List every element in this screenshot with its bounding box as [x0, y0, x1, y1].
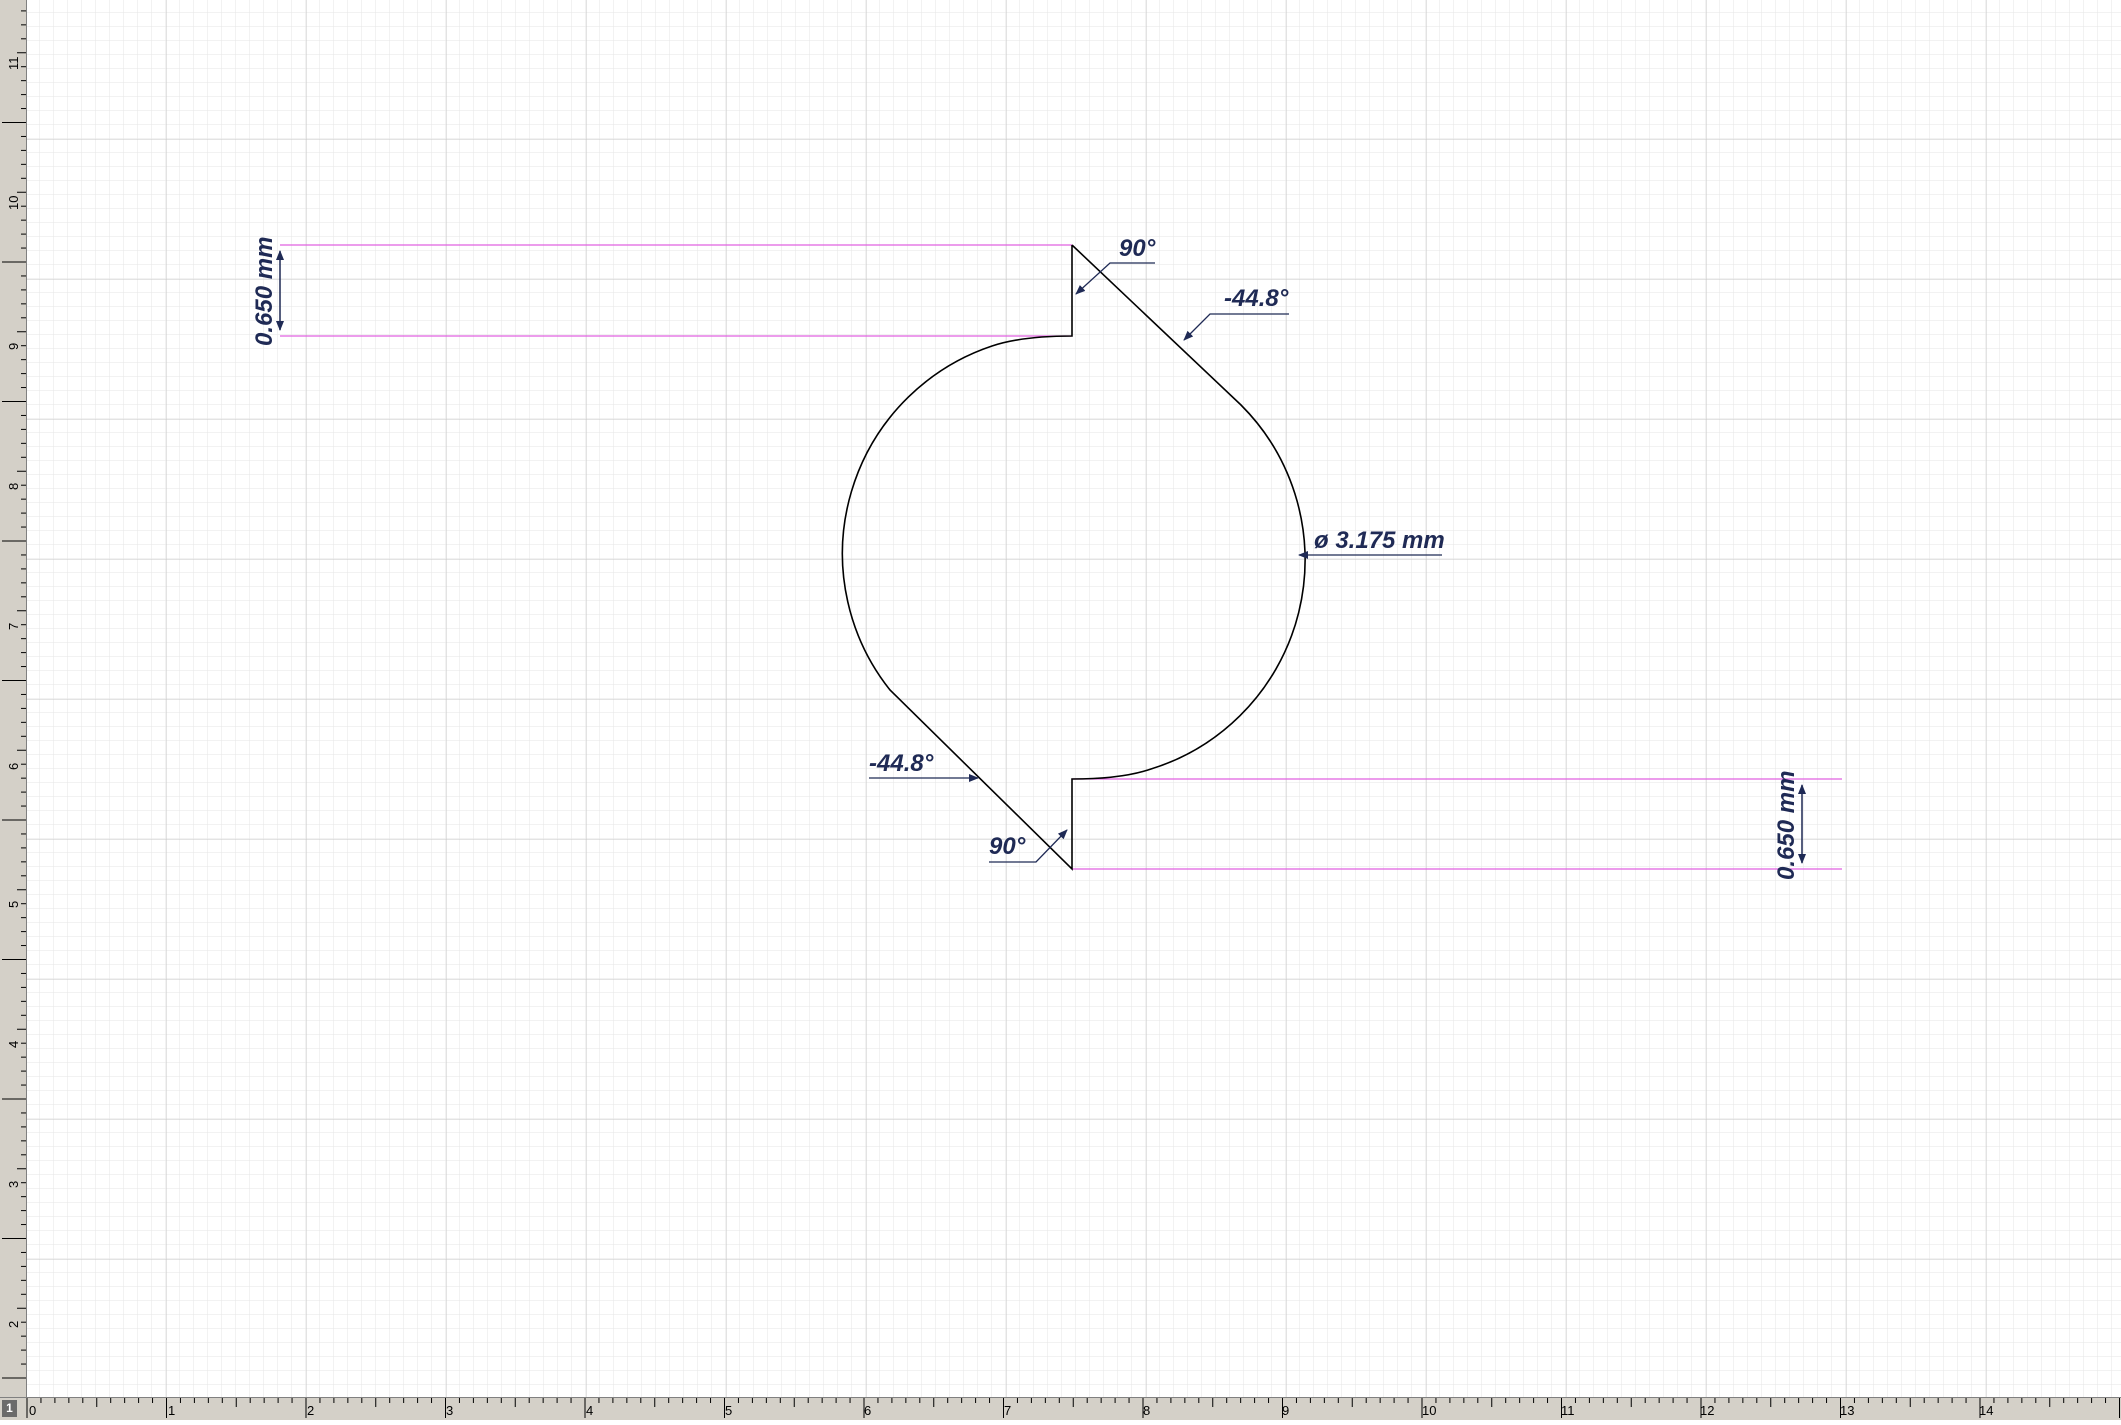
- hruler-label-8: 8: [1143, 1403, 1150, 1418]
- hruler-label-5: 5: [725, 1403, 732, 1418]
- vruler-label-5: 5: [6, 901, 21, 908]
- hruler-label-4: 4: [586, 1403, 593, 1418]
- drawing-svg[interactable]: 0.650 mm 0.650 mm 90° -44.8° ø 3.175 mm …: [27, 0, 2121, 1397]
- sheet-tab-button[interactable]: 1: [2, 1400, 17, 1417]
- hruler-label-6: 6: [864, 1403, 871, 1418]
- vruler-label-2: 2: [6, 1321, 21, 1328]
- top-angle-chamfer-label[interactable]: -44.8°: [1224, 285, 1289, 312]
- diameter-dimension: ø 3.175 mm: [1298, 527, 1445, 559]
- hruler-label-11: 11: [1561, 1403, 1575, 1418]
- diameter-label[interactable]: ø 3.175 mm: [1314, 527, 1445, 554]
- horizontal-ruler-labels: 0 1 2 3 4 5 6 7 8 9 10 11 12 13 14: [29, 1403, 1993, 1418]
- bottom-height-label[interactable]: 0.650 mm: [1773, 771, 1800, 880]
- vruler-label-10: 10: [6, 196, 21, 210]
- vertical-ruler-ticks: [2, 10, 26, 1379]
- top-angle-90-label[interactable]: 90°: [1119, 235, 1156, 262]
- top-height-label[interactable]: 0.650 mm: [251, 237, 278, 346]
- drawing-canvas[interactable]: 0.650 mm 0.650 mm 90° -44.8° ø 3.175 mm …: [27, 0, 2121, 1397]
- vruler-label-8: 8: [6, 483, 21, 490]
- vertical-ruler-labels: 11 10 9 8 7 6 5 4 3 2: [6, 57, 21, 1329]
- hruler-label-13: 13: [1840, 1403, 1854, 1418]
- hruler-label-7: 7: [1004, 1403, 1011, 1418]
- hruler-label-1: 1: [168, 1403, 175, 1418]
- hruler-label-0: 0: [29, 1403, 36, 1418]
- horizontal-ruler-ticks: [26, 1398, 2120, 1418]
- vruler-label-4: 4: [6, 1041, 21, 1048]
- hruler-label-9: 9: [1282, 1403, 1289, 1418]
- hruler-label-3: 3: [446, 1403, 453, 1418]
- bottom-angle-chamfer-label[interactable]: -44.8°: [869, 750, 934, 777]
- vertical-ruler: 11 10 9 8 7 6 5 4 3 2: [0, 0, 27, 1397]
- vertical-ruler-svg: 11 10 9 8 7 6 5 4 3 2: [2, 10, 26, 1379]
- hruler-label-2: 2: [307, 1403, 314, 1418]
- horizontal-ruler-svg: 0 1 2 3 4 5 6 7 8 9 10 11 12 13 14: [26, 1398, 2120, 1418]
- bottom-height-dimension: 0.650 mm: [1773, 771, 1806, 880]
- cad-application: 11 10 9 8 7 6 5 4 3 2 0.650 mm 0.650 mm …: [0, 0, 2121, 1420]
- hruler-label-10: 10: [1422, 1403, 1436, 1418]
- horizontal-ruler: 0 1 2 3 4 5 6 7 8 9 10 11 12 13 14: [0, 1397, 2121, 1420]
- hruler-label-12: 12: [1700, 1403, 1714, 1418]
- bottom-angle-90-label[interactable]: 90°: [989, 833, 1026, 860]
- vruler-label-11: 11: [6, 57, 21, 71]
- vruler-label-9: 9: [6, 343, 21, 350]
- vruler-label-3: 3: [6, 1181, 21, 1188]
- top-height-dimension: 0.650 mm: [251, 237, 284, 346]
- hruler-label-14: 14: [1979, 1403, 1993, 1418]
- vruler-label-7: 7: [6, 623, 21, 630]
- vruler-label-6: 6: [6, 763, 21, 770]
- grid-background: [27, 0, 2121, 1397]
